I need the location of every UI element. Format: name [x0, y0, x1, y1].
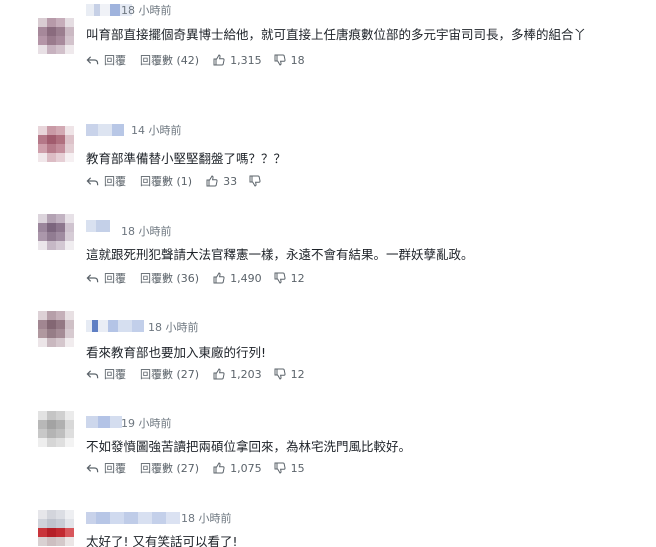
replies-count-button[interactable]: 回覆數 (42)	[140, 52, 199, 68]
comment-text: 教育部準備替小堅堅翻盤了嗎？？？	[86, 151, 287, 166]
avatar[interactable]	[38, 18, 74, 54]
username[interactable]	[86, 124, 124, 136]
reply-button[interactable]: 回覆	[86, 460, 126, 476]
comment-item: 18 小時前 看來教育部也要加入東廠的行列! 回覆 回覆數 (27) 1,203…	[0, 311, 656, 418]
reply-button[interactable]: 回覆	[86, 366, 126, 382]
comment-time: 18 小時前	[148, 321, 199, 334]
thumbs-down-icon	[274, 272, 286, 284]
avatar[interactable]	[38, 126, 74, 162]
comment-time: 14 小時前	[131, 124, 182, 137]
like-button[interactable]: 33	[206, 175, 237, 188]
comment-text: 不如發憤圖強苦讀把兩碩位拿回來，為林宅洗門風比較好。	[86, 439, 412, 454]
comment-time: 18 小時前	[181, 512, 232, 525]
thumbs-down-icon	[274, 368, 286, 380]
thumbs-up-icon	[206, 175, 218, 187]
comment-item: 14 小時前 教育部準備替小堅堅翻盤了嗎？？？ 回覆 回覆數 (1) 33	[0, 120, 656, 220]
like-button[interactable]: 1,075	[213, 462, 262, 475]
reply-button[interactable]: 回覆	[86, 52, 126, 68]
dislike-button[interactable]: 12	[274, 368, 305, 381]
dislike-button[interactable]: 12	[274, 272, 305, 285]
replies-count-button[interactable]: 回覆數 (27)	[140, 460, 199, 476]
comment-item: 19 小時前 不如發憤圖強苦讀把兩碩位拿回來，為林宅洗門風比較好。 回覆 回覆數…	[0, 411, 656, 514]
comment-time: 18 小時前	[121, 225, 172, 238]
thumbs-down-icon	[274, 462, 286, 474]
thumbs-up-icon	[213, 272, 225, 284]
username[interactable]	[86, 320, 144, 332]
avatar[interactable]	[38, 411, 74, 447]
dislike-button[interactable]: 15	[274, 462, 305, 475]
username[interactable]	[86, 220, 110, 232]
comment-item: 18 小時前 太好了! 又有笑話可以看了!	[0, 508, 656, 547]
like-button[interactable]: 1,203	[213, 368, 262, 381]
reply-button[interactable]: 回覆	[86, 270, 126, 286]
comment-text: 看來教育部也要加入東廠的行列!	[86, 345, 267, 360]
replies-count-button[interactable]: 回覆數 (27)	[140, 366, 199, 382]
comment-text: 叫育部直接擺個奇異博士給他，就可直接上任唐痕數位部的多元宇宙司司長，多棒的組合丫	[86, 27, 587, 42]
replies-count-button[interactable]: 回覆數 (36)	[140, 270, 199, 286]
dislike-button[interactable]: 18	[274, 54, 305, 67]
avatar[interactable]	[38, 311, 74, 347]
comment-text: 太好了! 又有笑話可以看了!	[86, 534, 238, 547]
avatar[interactable]	[38, 214, 74, 250]
reply-icon	[86, 369, 99, 378]
thumbs-up-icon	[213, 368, 225, 380]
username[interactable]	[86, 512, 180, 524]
reply-icon	[86, 176, 99, 185]
comment-time: 19 小時前	[121, 417, 172, 430]
reply-icon	[86, 273, 99, 282]
reply-icon	[86, 55, 99, 64]
comment-text: 這就跟死刑犯聲請大法官釋憲一樣，永遠不會有結果。一群妖孽亂政。	[86, 247, 474, 262]
thumbs-down-icon	[274, 54, 286, 66]
reply-icon	[86, 463, 99, 472]
reply-button[interactable]: 回覆	[86, 173, 126, 189]
avatar[interactable]	[38, 510, 74, 546]
dislike-button[interactable]	[249, 175, 266, 187]
comment-item: 18 小時前 叫育部直接擺個奇異博士給他，就可直接上任唐痕數位部的多元宇宙司司長…	[0, 0, 656, 100]
like-button[interactable]: 1,315	[213, 54, 262, 67]
replies-count-button[interactable]: 回覆數 (1)	[140, 173, 192, 189]
like-button[interactable]: 1,490	[213, 272, 262, 285]
thumbs-up-icon	[213, 54, 225, 66]
username[interactable]	[86, 416, 122, 428]
comment-time: 18 小時前	[121, 4, 172, 17]
thumbs-up-icon	[213, 462, 225, 474]
comment-item: 18 小時前 這就跟死刑犯聲請大法官釋憲一樣，永遠不會有結果。一群妖孽亂政。 回…	[0, 214, 656, 320]
thumbs-down-icon	[249, 175, 261, 187]
